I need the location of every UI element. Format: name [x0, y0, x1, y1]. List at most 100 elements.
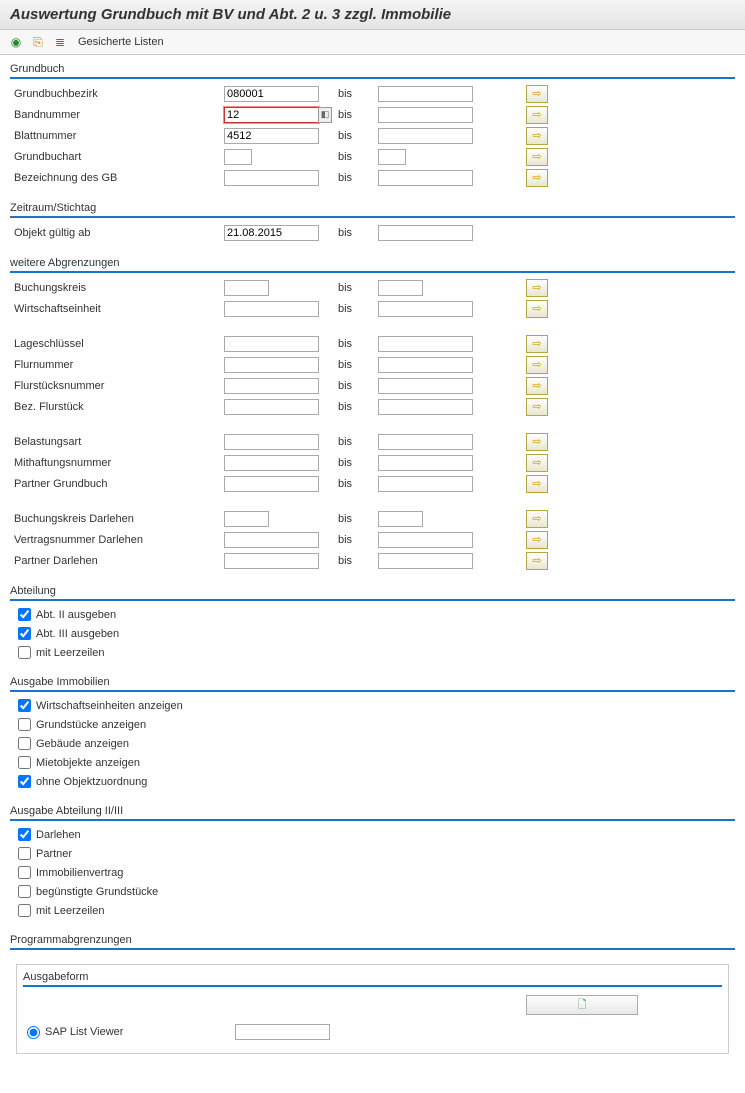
multi-selection-button[interactable]: ⇨ [526, 510, 548, 528]
we-anzeigen-checkbox[interactable] [18, 699, 31, 712]
vertragsnummer-darlehen-from-input[interactable] [224, 532, 319, 548]
label-partner-grundbuch: Partner Grundbuch [10, 478, 224, 490]
section-title: Ausgabe Abteilung II/III [10, 805, 735, 821]
variant-icon[interactable]: ⎘ [30, 34, 46, 50]
blattnummer-to-input[interactable] [378, 128, 473, 144]
multi-selection-button[interactable]: ⇨ [526, 398, 548, 416]
buchungskreis-darlehen-from-input[interactable] [224, 511, 269, 527]
multi-selection-button[interactable]: ⇨ [526, 148, 548, 166]
buchungskreis-to-input[interactable] [378, 280, 423, 296]
multi-selection-button[interactable]: ⇨ [526, 377, 548, 395]
partner-grundbuch-to-input[interactable] [378, 476, 473, 492]
execute-icon[interactable]: ◉ [8, 34, 24, 50]
label-wirtschaftseinheit: Wirtschaftseinheit [10, 303, 224, 315]
section-abteilung: Abteilung Abt. II ausgeben Abt. III ausg… [10, 585, 735, 668]
multi-selection-button[interactable]: ⇨ [526, 356, 548, 374]
leerzeilen-checkbox[interactable] [18, 646, 31, 659]
bis-label: bis [334, 109, 378, 121]
mietobjekte-label: Mietobjekte anzeigen [36, 757, 140, 769]
multi-selection-button[interactable]: ⇨ [526, 531, 548, 549]
multi-selection-button[interactable]: ⇨ [526, 300, 548, 318]
leerzeilen2-checkbox[interactable] [18, 904, 31, 917]
blattnummer-from-input[interactable] [224, 128, 319, 144]
sap-list-viewer-label: SAP List Viewer [45, 1026, 235, 1038]
partner-darlehen-from-input[interactable] [224, 553, 319, 569]
layout-button[interactable]: 🗋 [526, 995, 638, 1015]
objekt-gueltig-ab-from-input[interactable] [224, 225, 319, 241]
value-help-icon[interactable]: ◧ [318, 107, 332, 123]
beguenstigte-grundstuecke-checkbox[interactable] [18, 885, 31, 898]
multi-selection-button[interactable]: ⇨ [526, 85, 548, 103]
lageschluessel-to-input[interactable] [378, 336, 473, 352]
saved-lists-label[interactable]: Gesicherte Listen [78, 36, 164, 48]
bandnummer-from-input[interactable] [224, 107, 319, 123]
lageschluessel-from-input[interactable] [224, 336, 319, 352]
belastungsart-to-input[interactable] [378, 434, 473, 450]
objekt-gueltig-ab-to-input[interactable] [378, 225, 473, 241]
label-partner-darlehen: Partner Darlehen [10, 555, 224, 567]
flurstuecksnummer-to-input[interactable] [378, 378, 473, 394]
bezeichnung-gb-to-input[interactable] [378, 170, 473, 186]
flurnummer-from-input[interactable] [224, 357, 319, 373]
label-bez-flurstueck: Bez. Flurstück [10, 401, 224, 413]
bezeichnung-gb-from-input[interactable] [224, 170, 319, 186]
multi-selection-button[interactable]: ⇨ [526, 552, 548, 570]
multi-selection-button[interactable]: ⇨ [526, 475, 548, 493]
label-mithaftungsnummer: Mithaftungsnummer [10, 457, 224, 469]
multi-selection-button[interactable]: ⇨ [526, 106, 548, 124]
partner-darlehen-to-input[interactable] [378, 553, 473, 569]
abt3-label: Abt. III ausgeben [36, 628, 119, 640]
label-buchungskreis-darlehen: Buchungskreis Darlehen [10, 513, 224, 525]
abt3-checkbox[interactable] [18, 627, 31, 640]
multi-selection-button[interactable]: ⇨ [526, 279, 548, 297]
partner-grundbuch-from-input[interactable] [224, 476, 319, 492]
flurstuecksnummer-from-input[interactable] [224, 378, 319, 394]
vertragsnummer-darlehen-to-input[interactable] [378, 532, 473, 548]
multi-selection-button[interactable]: ⇨ [526, 169, 548, 187]
multi-selection-button[interactable]: ⇨ [526, 335, 548, 353]
list-icon[interactable]: ≣ [52, 34, 68, 50]
gebaeude-checkbox[interactable] [18, 737, 31, 750]
ohne-objektzuordnung-checkbox[interactable] [18, 775, 31, 788]
beguenstigte-grundstuecke-label: begünstigte Grundstücke [36, 886, 158, 898]
mithaftungsnummer-from-input[interactable] [224, 455, 319, 471]
flurnummer-to-input[interactable] [378, 357, 473, 373]
bis-label: bis [334, 359, 378, 371]
grundbuchbezirk-from-input[interactable] [224, 86, 319, 102]
abt2-label: Abt. II ausgeben [36, 609, 116, 621]
bandnummer-to-input[interactable] [378, 107, 473, 123]
section-title: Abteilung [10, 585, 735, 601]
multi-selection-button[interactable]: ⇨ [526, 454, 548, 472]
grundstuecke-checkbox[interactable] [18, 718, 31, 731]
grundbuchart-from-input[interactable] [224, 149, 252, 165]
section-title: Zeitraum/Stichtag [10, 202, 735, 218]
partner-checkbox[interactable] [18, 847, 31, 860]
ausgabeform-box: Ausgabeform 🗋 SAP List Viewer [16, 964, 729, 1054]
label-bezeichnung-gb: Bezeichnung des GB [10, 172, 224, 184]
belastungsart-from-input[interactable] [224, 434, 319, 450]
multi-selection-button[interactable]: ⇨ [526, 433, 548, 451]
section-zeitraum: Zeitraum/Stichtag Objekt gültig ab bis [10, 202, 735, 249]
buchungskreis-darlehen-to-input[interactable] [378, 511, 423, 527]
immobilienvertrag-checkbox[interactable] [18, 866, 31, 879]
ausgabeform-title: Ausgabeform [23, 971, 722, 987]
grundbuchbezirk-to-input[interactable] [378, 86, 473, 102]
abt2-checkbox[interactable] [18, 608, 31, 621]
bis-label: bis [334, 534, 378, 546]
bez-flurstueck-from-input[interactable] [224, 399, 319, 415]
grundbuchart-to-input[interactable] [378, 149, 406, 165]
sap-list-viewer-radio[interactable] [27, 1026, 40, 1039]
wirtschaftseinheit-from-input[interactable] [224, 301, 319, 317]
sap-list-viewer-input[interactable] [235, 1024, 330, 1040]
page-title: Auswertung Grundbuch mit BV und Abt. 2 u… [0, 0, 745, 30]
darlehen-checkbox[interactable] [18, 828, 31, 841]
label-bandnummer: Bandnummer [10, 109, 224, 121]
mietobjekte-checkbox[interactable] [18, 756, 31, 769]
bez-flurstueck-to-input[interactable] [378, 399, 473, 415]
bis-label: bis [334, 227, 378, 239]
section-title: Grundbuch [10, 63, 735, 79]
wirtschaftseinheit-to-input[interactable] [378, 301, 473, 317]
buchungskreis-from-input[interactable] [224, 280, 269, 296]
multi-selection-button[interactable]: ⇨ [526, 127, 548, 145]
mithaftungsnummer-to-input[interactable] [378, 455, 473, 471]
